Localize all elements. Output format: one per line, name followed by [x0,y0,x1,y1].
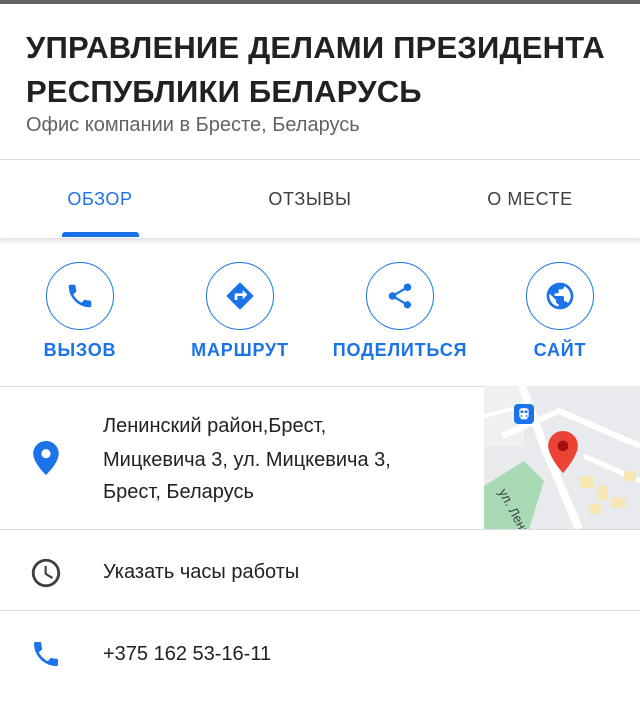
call-button[interactable]: ВЫЗОВ [0,262,160,372]
tab-bar: ОБЗОР ОТЗЫВЫ О МЕСТЕ [0,160,640,238]
address-line-1: Ленинский район,Брест, [103,415,327,437]
tab-overview[interactable]: ОБЗОР [20,160,180,238]
phone-icon [68,284,92,308]
share-button[interactable]: ПОДЕЛИТЬСЯ [320,262,480,372]
directions-icon [226,282,254,310]
address-line-3: Брест, Беларусь [103,481,254,503]
map-pin-icon [548,431,578,473]
address-line-2: Мицкевича 3, ул. Мицкевича 3, [103,449,391,471]
directions-circle [206,262,274,330]
share-circle [366,262,434,330]
phone-icon [28,636,64,672]
globe-icon [546,282,574,310]
share-label: ПОДЕЛИТЬСЯ [332,340,468,360]
place-category: Офис компании в Бресте, Беларусь [26,114,360,136]
hours-text: Указать часы работы [103,561,300,583]
phone-text: +375 162 53-16-11 [103,643,272,665]
call-circle [46,262,114,330]
tab-reviews[interactable]: ОТЗЫВЫ [230,160,390,238]
directions-button[interactable]: МАРШРУТ [160,262,320,372]
call-label: ВЫЗОВ [43,340,117,360]
directions-label: МАРШРУТ [191,340,289,360]
status-bar-edge [0,0,640,4]
divider [0,529,640,530]
transit-icon [514,404,534,424]
map-thumbnail[interactable]: ул. Ленина [484,386,640,529]
website-circle [526,262,594,330]
location-pin-icon [30,440,62,476]
divider [0,610,640,611]
share-icon [388,283,412,309]
website-label: САЙТ [533,340,587,360]
tab-about[interactable]: О МЕСТЕ [450,160,610,238]
clock-icon [28,555,64,591]
website-button[interactable]: САЙТ [480,262,640,372]
active-tab-indicator [62,232,139,237]
place-title: УПРАВЛЕНИЕ ДЕЛАМИ ПРЕЗИДЕНТА РЕСПУБЛИКИ … [26,30,605,109]
